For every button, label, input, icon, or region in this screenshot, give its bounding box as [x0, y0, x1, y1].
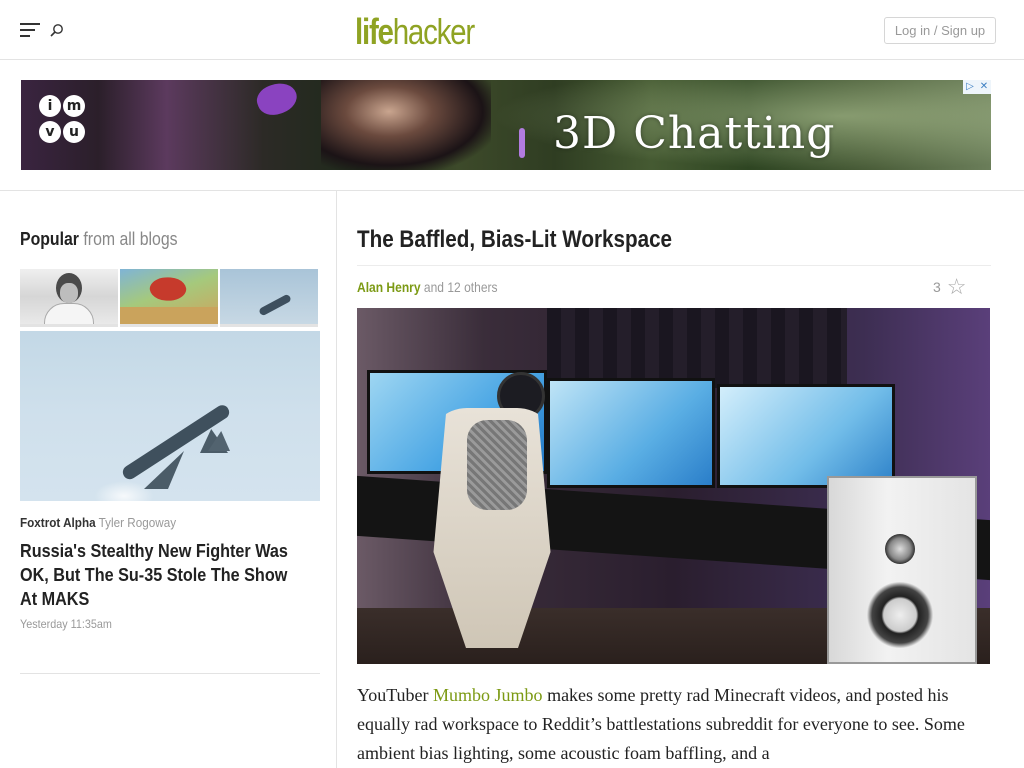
featured-story-headline[interactable]: Russia's Stealthy New Fighter Was OK, Bu… [20, 539, 299, 611]
featured-story-timestamp: Yesterday 11:35am [20, 617, 112, 631]
ad-container: imvu 3D Chatting ▷ ✕ [0, 61, 1024, 191]
article-hero-image[interactable] [357, 308, 990, 664]
ad-character-image [321, 80, 491, 170]
column-divider [336, 191, 337, 768]
ad-choices-badges[interactable]: ▷ ✕ [963, 80, 991, 94]
like-button[interactable]: 3 ☆ [933, 276, 967, 298]
popular-thumbnail[interactable] [20, 269, 118, 327]
banner-ad[interactable]: imvu 3D Chatting ▷ ✕ [21, 80, 991, 170]
article-title-separator [357, 265, 991, 266]
hamburger-menu-icon[interactable] [20, 23, 40, 39]
featured-story-meta: Foxtrot Alpha Tyler Rogoway [20, 515, 176, 530]
ad-purple-decoration [253, 80, 301, 120]
login-signup-button[interactable]: Log in / Sign up [884, 17, 996, 44]
popular-thumbnails [20, 269, 320, 327]
article-byline: Alan Henry and 12 others [357, 279, 498, 295]
search-icon[interactable] [48, 22, 66, 40]
imvu-logo: imvu [33, 92, 91, 150]
top-bar: lifehacker Log in / Sign up [0, 0, 1024, 60]
article-body: YouTuber Mumbo Jumbo makes some pretty r… [357, 681, 997, 768]
featured-blog-name[interactable]: Foxtrot Alpha [20, 515, 96, 530]
star-icon[interactable]: ☆ [947, 276, 967, 298]
popular-thumbnail[interactable] [120, 269, 218, 327]
featured-story-image[interactable] [20, 331, 320, 501]
mumbo-jumbo-link[interactable]: Mumbo Jumbo [433, 685, 543, 705]
article-author[interactable]: Alan Henry [357, 279, 421, 295]
logo-hacker-text: hacker [392, 11, 475, 52]
popular-heading-sub: from all blogs [83, 229, 178, 249]
logo-life-text: life [355, 11, 394, 52]
adchoices-icon[interactable]: ▷ [963, 80, 977, 94]
sidebar-separator [20, 673, 320, 674]
ad-close-icon[interactable]: ✕ [977, 80, 991, 94]
article-other-authors[interactable]: and 12 others [424, 279, 498, 295]
like-count: 3 [933, 279, 941, 295]
article-title[interactable]: The Baffled, Bias-Lit Workspace [357, 226, 672, 254]
article-body-prefix: YouTuber [357, 685, 434, 705]
featured-author-name[interactable]: Tyler Rogoway [99, 515, 176, 530]
popular-heading: Popular from all blogs [20, 229, 178, 250]
ad-headline: 3D Chatting [553, 108, 836, 159]
site-logo[interactable]: lifehacker [355, 10, 475, 54]
popular-heading-strong: Popular [20, 229, 79, 249]
popular-thumbnail[interactable] [220, 269, 318, 327]
